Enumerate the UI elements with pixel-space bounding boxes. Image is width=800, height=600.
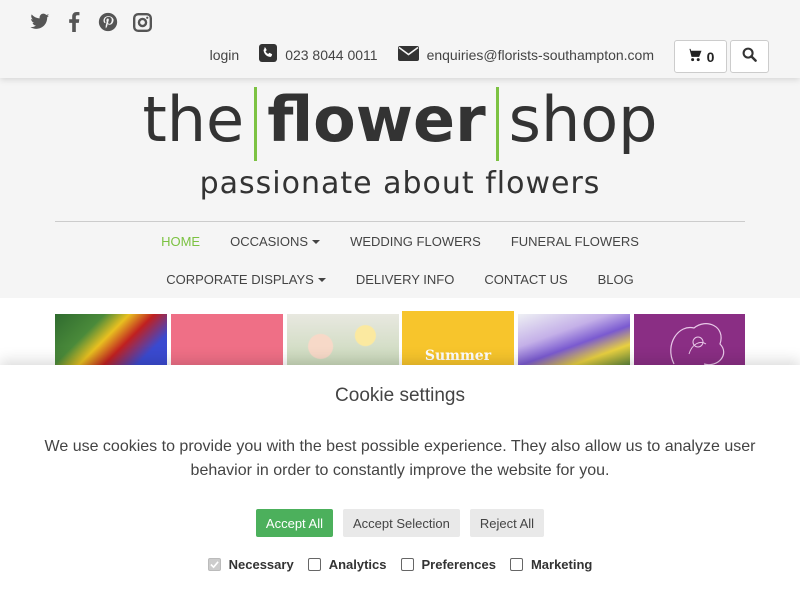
nav-label: WEDDING FLOWERS bbox=[350, 234, 481, 249]
analytics-checkbox[interactable] bbox=[307, 558, 321, 571]
cookie-buttons: Accept All Accept Selection Reject All bbox=[0, 509, 800, 537]
logo-part-shop: shop bbox=[508, 83, 658, 156]
site-logo[interactable]: the flower shop passionate about flowers bbox=[0, 78, 800, 218]
phone-link[interactable]: 023 8044 0011 bbox=[259, 44, 378, 65]
email-link[interactable]: enquiries@florists-southampton.com bbox=[397, 45, 654, 64]
nav-label: DELIVERY INFO bbox=[355, 272, 455, 287]
category-thumbnail[interactable] bbox=[171, 314, 283, 368]
nav-item-blog[interactable]: BLOG bbox=[598, 272, 634, 287]
main-nav-row-2: CORPORATE DISPLAYS DELIVERY INFO CONTACT… bbox=[0, 272, 800, 287]
flower-outline-icon bbox=[670, 323, 725, 366]
contact-row: login 023 8044 0011 enquiries@florists-s… bbox=[210, 44, 654, 65]
marketing-checkbox[interactable] bbox=[509, 558, 523, 571]
nav-label: HOME bbox=[161, 234, 201, 249]
preferences-checkbox[interactable] bbox=[400, 558, 414, 571]
logo-tagline: passionate about flowers bbox=[199, 166, 601, 201]
cookie-option-marketing[interactable]: Marketing bbox=[509, 557, 593, 572]
nav-item-contact-us[interactable]: CONTACT US bbox=[484, 272, 567, 287]
phone-icon bbox=[259, 44, 278, 65]
category-thumbnail[interactable] bbox=[518, 314, 630, 368]
cookie-option-necessary: Necessary bbox=[207, 557, 294, 572]
nav-label: CORPORATE DISPLAYS bbox=[166, 272, 314, 287]
facebook-icon[interactable] bbox=[64, 12, 84, 32]
caret-down-icon bbox=[312, 239, 321, 244]
cart-icon bbox=[686, 48, 702, 65]
logo-part-the: the bbox=[142, 83, 245, 156]
accept-all-button[interactable]: Accept All bbox=[255, 509, 334, 537]
caret-down-icon bbox=[317, 277, 326, 282]
cart-count: 0 bbox=[706, 48, 715, 65]
checkbox-label: Analytics bbox=[328, 557, 387, 572]
phone-number: 023 8044 0011 bbox=[285, 46, 378, 63]
nav-item-occasions[interactable]: OCCASIONS bbox=[230, 234, 321, 249]
logo-divider bbox=[495, 86, 499, 161]
checkbox-label: Necessary bbox=[228, 557, 294, 572]
cookie-options: Necessary Analytics Preferences Marketin… bbox=[0, 557, 800, 572]
envelope-icon bbox=[397, 45, 419, 64]
nav-item-funeral-flowers[interactable]: FUNERAL FLOWERS bbox=[511, 234, 639, 249]
cookie-settings-dialog: Cookie settings We use cookies to provid… bbox=[0, 365, 800, 600]
search-button[interactable] bbox=[730, 40, 769, 73]
cookie-dialog-text: We use cookies to provide you with the b… bbox=[44, 438, 756, 479]
header-divider bbox=[55, 221, 745, 222]
cart-button[interactable]: 0 bbox=[674, 40, 727, 73]
nav-item-wedding-flowers[interactable]: WEDDING FLOWERS bbox=[350, 234, 481, 249]
nav-label: FUNERAL FLOWERS bbox=[510, 234, 639, 249]
accept-selection-button[interactable]: Accept Selection bbox=[343, 509, 460, 537]
necessary-checkbox bbox=[207, 558, 221, 571]
checkbox-label: Marketing bbox=[530, 557, 593, 572]
reject-all-button[interactable]: Reject All bbox=[469, 509, 545, 537]
main-nav-row-1: HOME OCCASIONS WEDDING FLOWERS FUNERAL F… bbox=[0, 234, 800, 249]
nav-label: CONTACT US bbox=[484, 272, 568, 287]
nav-item-home[interactable]: HOME bbox=[161, 234, 200, 249]
nav-label: BLOG bbox=[597, 272, 634, 287]
category-thumbnail[interactable] bbox=[287, 314, 399, 368]
category-thumbnail[interactable] bbox=[634, 314, 745, 368]
cookie-option-analytics[interactable]: Analytics bbox=[307, 557, 387, 572]
email-address: enquiries@florists-southampton.com bbox=[426, 46, 654, 63]
logo-part-flower: flower bbox=[267, 83, 486, 156]
category-thumbnail-summer[interactable]: Summer bbox=[402, 311, 514, 368]
category-image-strip: Summer bbox=[0, 298, 800, 368]
top-bar: login 023 8044 0011 enquiries@florists-s… bbox=[0, 0, 800, 78]
logo-divider bbox=[254, 86, 258, 161]
search-icon bbox=[742, 47, 757, 67]
login-link[interactable]: login bbox=[210, 47, 240, 63]
nav-item-delivery-info[interactable]: DELIVERY INFO bbox=[356, 272, 455, 287]
cookie-dialog-title: Cookie settings bbox=[335, 385, 465, 406]
cookie-option-preferences[interactable]: Preferences bbox=[400, 557, 496, 572]
summer-label: Summer bbox=[424, 348, 492, 364]
twitter-icon[interactable] bbox=[30, 12, 50, 32]
category-thumbnail[interactable] bbox=[55, 314, 167, 368]
instagram-icon[interactable] bbox=[132, 12, 152, 32]
nav-item-corporate-displays[interactable]: CORPORATE DISPLAYS bbox=[166, 272, 326, 287]
nav-label: OCCASIONS bbox=[230, 234, 309, 249]
checkbox-label: Preferences bbox=[421, 557, 496, 572]
logo-wordmark: the flower shop bbox=[0, 82, 800, 161]
pinterest-icon[interactable] bbox=[98, 12, 118, 32]
social-links bbox=[30, 12, 152, 32]
